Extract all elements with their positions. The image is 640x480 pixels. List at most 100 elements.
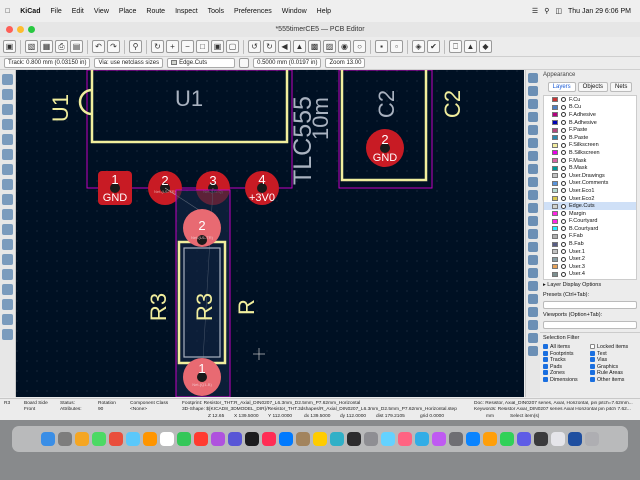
via-size-select[interactable]: Via: use netclass sizes xyxy=(94,58,164,68)
rotate-ccw-icon[interactable]: ↺ xyxy=(248,40,261,53)
layer-color-swatch[interactable] xyxy=(552,211,558,217)
visibility-eye-icon[interactable] xyxy=(561,211,566,217)
rule-area-icon[interactable] xyxy=(528,164,538,174)
visibility-eye-icon[interactable] xyxy=(561,120,566,126)
layer-color-swatch[interactable] xyxy=(552,180,558,186)
add-dimension-icon[interactable] xyxy=(528,294,538,304)
dock-app-icon[interactable] xyxy=(330,432,344,446)
search-panel-icon[interactable] xyxy=(2,329,13,340)
add-via-icon[interactable] xyxy=(528,138,538,148)
layer-color-swatch[interactable] xyxy=(552,226,558,232)
footprint-browser-icon[interactable]: ▫ xyxy=(390,40,403,53)
measure-tool-icon[interactable] xyxy=(528,346,538,356)
menu-app-kicad[interactable]: KiCad xyxy=(15,8,45,15)
print-icon[interactable]: ⎙ xyxy=(55,40,68,53)
layer-row-b-silkscreen[interactable]: B.Silkscreen xyxy=(544,149,636,157)
layer-row-b-courtyard[interactable]: B.Courtyard xyxy=(544,225,636,233)
polar-coords-icon[interactable] xyxy=(2,104,13,115)
visibility-eye-icon[interactable] xyxy=(561,112,566,118)
checkbox-icon[interactable] xyxy=(543,357,548,363)
group-icon[interactable]: ▩ xyxy=(308,40,321,53)
menu-file[interactable]: File xyxy=(45,8,66,15)
search-icon[interactable]: ⚲ xyxy=(541,7,552,15)
visibility-eye-icon[interactable] xyxy=(561,249,566,255)
high-contrast-icon[interactable] xyxy=(2,269,13,280)
add-zone-icon[interactable] xyxy=(528,151,538,161)
dock-app-icon[interactable] xyxy=(75,432,89,446)
filter-vias[interactable]: Vias xyxy=(590,357,637,363)
zoom-select[interactable]: Zoom 13.00 xyxy=(325,58,366,68)
layer-display-options[interactable]: ▸ Layer Display Options xyxy=(540,280,640,290)
visibility-eye-icon[interactable] xyxy=(561,165,566,171)
layer-row-f-fab[interactable]: F.Fab xyxy=(544,233,636,241)
plot-icon[interactable]: ▤ xyxy=(70,40,83,53)
zoom-objects-icon[interactable]: ▣ xyxy=(211,40,224,53)
menu-route[interactable]: Route xyxy=(141,8,170,15)
dock-app-icon[interactable] xyxy=(92,432,106,446)
add-image-icon[interactable] xyxy=(528,242,538,252)
pad-fill-icon[interactable] xyxy=(2,224,13,235)
checkbox-icon[interactable] xyxy=(543,376,548,382)
drc-markers-icon[interactable] xyxy=(2,74,13,85)
checkbox-icon[interactable] xyxy=(543,370,548,376)
tab-nets[interactable]: Nets xyxy=(610,82,633,92)
appearance-panel-icon[interactable] xyxy=(2,299,13,310)
update-from-schematic-icon[interactable]: ◈ xyxy=(412,40,425,53)
draw-line-icon[interactable] xyxy=(528,177,538,187)
layer-color-swatch[interactable] xyxy=(552,165,558,171)
save-icon[interactable]: ▣ xyxy=(3,40,16,53)
layer-row-edge-cuts[interactable]: Edge.Cuts xyxy=(544,202,636,210)
visibility-eye-icon[interactable] xyxy=(561,180,566,186)
board-setup-icon[interactable]: ▧ xyxy=(25,40,38,53)
zoom-selection-icon[interactable]: ▢ xyxy=(226,40,239,53)
draw-circle-icon[interactable] xyxy=(528,216,538,226)
checkbox-icon[interactable] xyxy=(543,363,548,369)
visibility-eye-icon[interactable] xyxy=(561,173,566,179)
layer-row-margin[interactable]: Margin xyxy=(544,210,636,218)
layer-row-b-cu[interactable]: B.Cu xyxy=(544,104,636,112)
layer-color-swatch[interactable] xyxy=(552,218,558,224)
tab-objects[interactable]: Objects xyxy=(577,82,608,92)
net-colors-icon[interactable] xyxy=(2,284,13,295)
dock-app-icon[interactable] xyxy=(534,432,548,446)
layer-row-user-4[interactable]: User.4 xyxy=(544,271,636,279)
drc-icon[interactable]: ✔ xyxy=(427,40,440,53)
dock-app-icon[interactable] xyxy=(466,432,480,446)
layer-color-swatch[interactable] xyxy=(552,249,558,255)
ungroup-icon[interactable]: ▨ xyxy=(323,40,336,53)
checkbox-icon[interactable] xyxy=(590,376,595,382)
menu-tools[interactable]: Tools xyxy=(203,8,229,15)
track-width-select[interactable]: Track: 0.800 mm (0.03150 in) xyxy=(4,58,91,68)
mirror-horizontal-icon[interactable]: ◀ xyxy=(278,40,291,53)
add-textbox-icon[interactable] xyxy=(528,268,538,278)
zone-outline-icon[interactable] xyxy=(2,209,13,220)
dock-app-icon[interactable] xyxy=(483,432,497,446)
layer-color-swatch[interactable] xyxy=(552,271,558,277)
units-mm-icon[interactable] xyxy=(2,134,13,145)
draw-polygon-icon[interactable] xyxy=(528,229,538,239)
layer-row-user-1[interactable]: User.1 xyxy=(544,248,636,256)
layer-row-b-paste[interactable]: B.Paste xyxy=(544,134,636,142)
dock-app-icon[interactable] xyxy=(432,432,446,446)
page-settings-icon[interactable]: ▦ xyxy=(40,40,53,53)
checkbox-icon[interactable] xyxy=(590,370,595,376)
dock-app-icon[interactable] xyxy=(279,432,293,446)
layer-row-f-silkscreen[interactable]: F.Silkscreen xyxy=(544,142,636,150)
presets-select[interactable] xyxy=(543,301,637,309)
layer-color-swatch[interactable] xyxy=(552,173,558,179)
grid-size-select[interactable]: 0.5000 mm (0.0197 in) xyxy=(253,58,322,68)
zone-fill-icon[interactable] xyxy=(2,194,13,205)
clock[interactable]: Thu Jan 29 6:06 PM xyxy=(565,8,634,15)
visibility-eye-icon[interactable] xyxy=(561,150,566,156)
layer-color-swatch[interactable] xyxy=(552,196,558,202)
visibility-eye-icon[interactable] xyxy=(561,241,566,247)
layer-color-swatch[interactable] xyxy=(552,188,558,194)
dock-app-icon[interactable] xyxy=(296,432,310,446)
dock-app-icon[interactable] xyxy=(211,432,225,446)
zoom-out-icon[interactable]: − xyxy=(181,40,194,53)
plugin-icon[interactable]: ◆ xyxy=(479,40,492,53)
3d-viewer-icon[interactable]: ▲ xyxy=(464,40,477,53)
footprint-editor-icon[interactable]: ▪ xyxy=(375,40,388,53)
menu-edit[interactable]: Edit xyxy=(67,8,89,15)
find-icon[interactable]: ⚲ xyxy=(129,40,142,53)
